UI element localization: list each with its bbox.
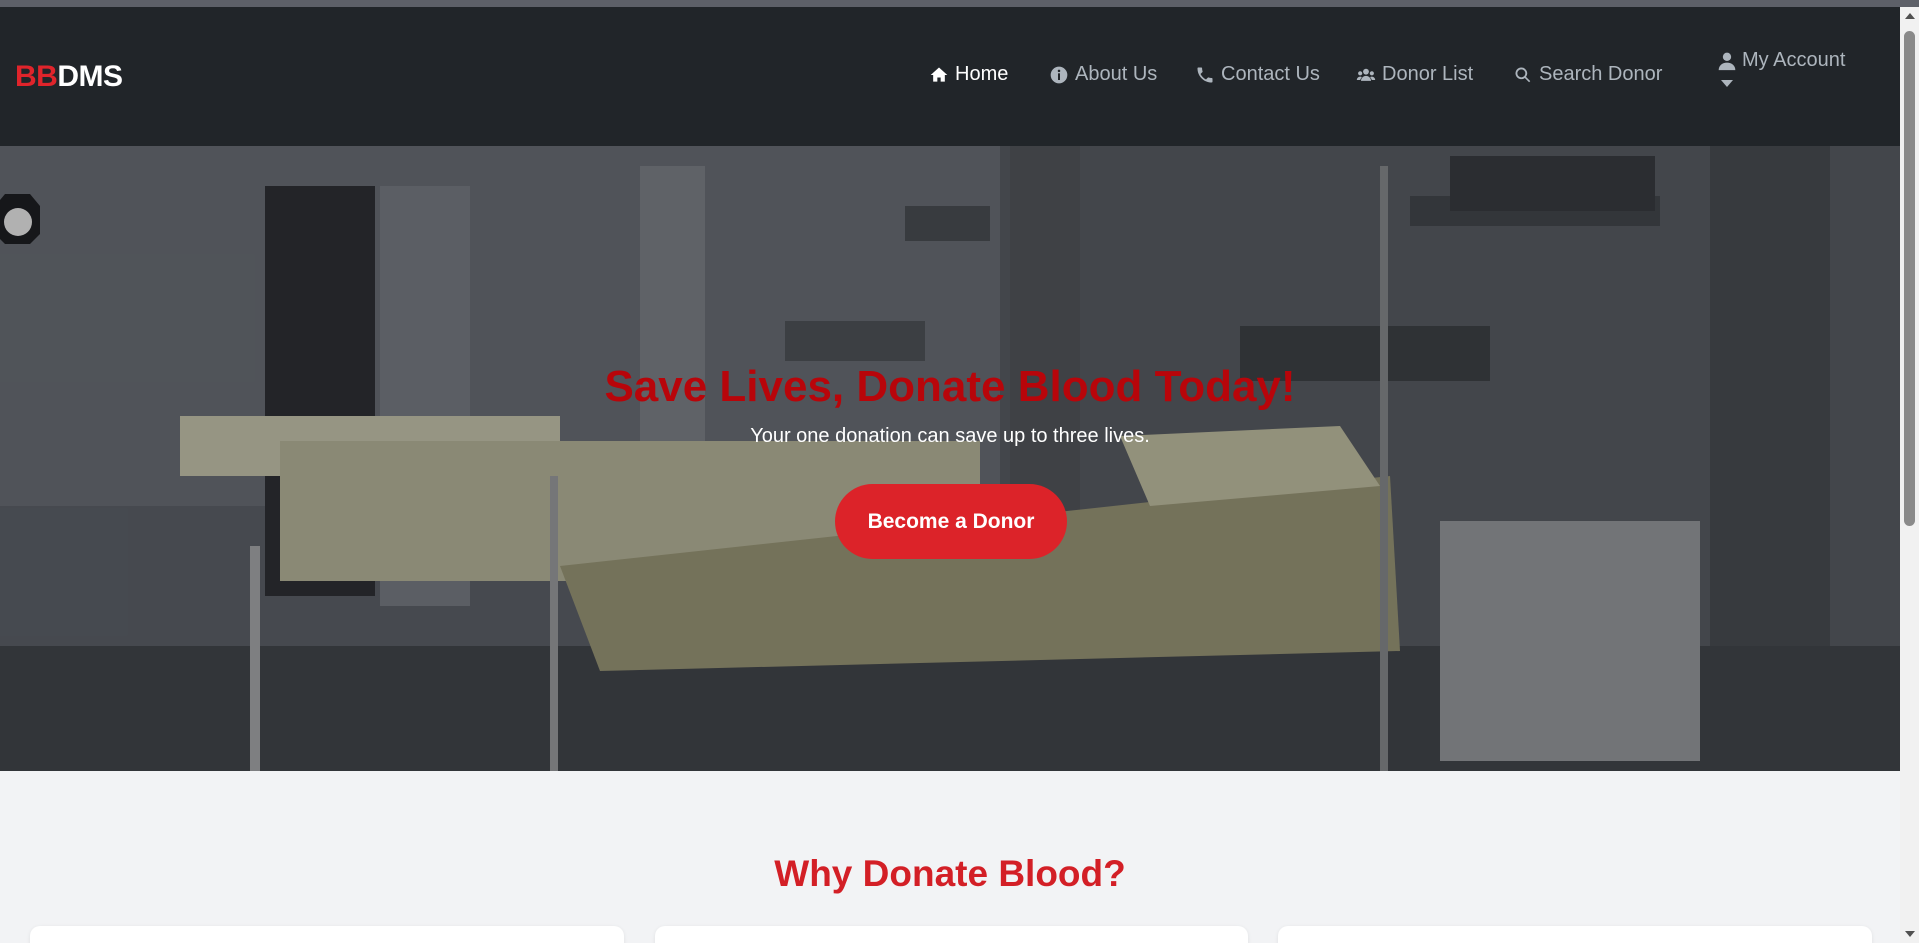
navbar: BBDMS Home About Us Contact Us Donor Lis… <box>0 7 1900 146</box>
info-card <box>1278 926 1872 943</box>
nav-contact-us[interactable]: Contact Us <box>1195 63 1320 86</box>
my-account-dropdown[interactable]: My Account <box>1718 49 1845 87</box>
become-donor-button[interactable]: Become a Donor <box>835 484 1067 559</box>
nav-search-donor[interactable]: Search Donor <box>1513 63 1662 86</box>
search-icon <box>1515 67 1531 82</box>
nav-about-us[interactable]: About Us <box>1049 63 1157 86</box>
my-account-label: My Account <box>1742 49 1846 71</box>
page-scrollbar[interactable] <box>1900 7 1919 943</box>
scroll-up-arrow-icon[interactable] <box>1905 13 1915 19</box>
scrollbar-thumb[interactable] <box>1904 31 1915 526</box>
nav-about-label: About Us <box>1075 63 1158 85</box>
nav-home-label: Home <box>955 63 1009 85</box>
nav-search-label: Search Donor <box>1539 63 1663 85</box>
info-card <box>655 926 1248 943</box>
users-icon <box>1356 68 1376 81</box>
nav-donor-list-label: Donor List <box>1382 63 1474 85</box>
user-icon <box>1718 52 1736 70</box>
chevron-down-icon <box>1721 80 1733 87</box>
nav-donor-list[interactable]: Donor List <box>1356 63 1473 86</box>
phone-icon <box>1197 67 1213 82</box>
why-donate-title: Why Donate Blood? <box>774 853 1126 894</box>
hero-overlay <box>0 146 1900 771</box>
hero-subtitle: Your one donation can save up to three l… <box>750 425 1150 447</box>
brand-logo[interactable]: BBDMS <box>15 60 123 94</box>
info-icon <box>1050 66 1068 83</box>
nav-contact-label: Contact Us <box>1221 63 1320 85</box>
brand-prefix: BB <box>15 60 58 93</box>
info-card <box>30 926 624 943</box>
hero-title: Save Lives, Donate Blood Today! <box>604 362 1296 411</box>
nav-home[interactable]: Home <box>929 63 1008 86</box>
home-icon <box>930 67 948 82</box>
scroll-down-arrow-icon[interactable] <box>1905 931 1915 937</box>
browser-top-strip <box>0 0 1919 7</box>
brand-suffix: DMS <box>57 60 123 93</box>
hero-section: Save Lives, Donate Blood Today! Your one… <box>0 146 1900 771</box>
